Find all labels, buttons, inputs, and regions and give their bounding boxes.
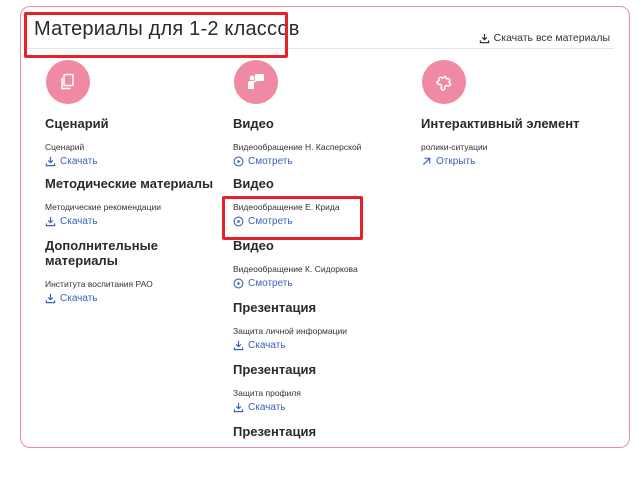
section-methodical: Методические материалы Методические реко…	[45, 176, 225, 238]
action-label: Смотреть	[248, 278, 293, 289]
action-label: Смотреть	[248, 216, 293, 227]
download-icon	[233, 402, 244, 413]
arrow-up-right-icon	[421, 156, 432, 167]
page-title: Материалы для 1-2 классов	[34, 18, 300, 40]
item-name: Защита личной информации	[233, 326, 347, 336]
section-title: Дополнительные материалы	[45, 238, 158, 268]
item-name: ролики-ситуации	[421, 142, 488, 152]
download-icon	[45, 216, 56, 227]
download-link[interactable]: Скачать	[45, 293, 225, 304]
action-label: Скачать	[60, 216, 98, 227]
item-name: Методические рекомендации	[45, 202, 161, 212]
download-link[interactable]: Скачать	[233, 340, 413, 351]
section-title: Презентация	[233, 424, 317, 439]
item-name: Видеообращение Е. Крида	[233, 202, 340, 212]
card-header: Материалы для 1-2 классов Скачать все ма…	[28, 12, 614, 49]
action-label: Скачать	[60, 293, 98, 304]
section-video-2: Видео Видеообращение Е. Крида Смотреть	[233, 176, 413, 238]
section-title: Презентация	[233, 362, 317, 377]
item-name: Видеообращение К. Сидоркова	[233, 264, 358, 274]
section-title: Интерактивный элемент	[421, 116, 580, 131]
play-circle-icon	[233, 278, 244, 289]
item-name: Видеообращение Н. Касперской	[233, 142, 362, 152]
download-all-label: Скачать все материалы	[493, 32, 610, 44]
section-video-1: Видео Видеообращение Н. Касперской Смотр…	[233, 116, 413, 176]
item-name: Сценарий	[45, 142, 85, 152]
watch-link[interactable]: Смотреть	[233, 216, 413, 227]
column-interactive: Интерактивный элемент ролики-ситуации От…	[421, 60, 611, 176]
download-icon	[233, 340, 244, 351]
section-additional: Дополнительные материалы Института воспи…	[45, 238, 225, 304]
action-label: Открыть	[436, 156, 476, 167]
section-interactive: Интерактивный элемент ролики-ситуации От…	[421, 116, 611, 176]
play-circle-icon	[233, 216, 244, 227]
section-presentation-1: Презентация Защита личной информации Ска…	[233, 300, 413, 362]
section-title: Видео	[233, 238, 274, 253]
download-icon	[45, 156, 56, 167]
download-icon	[45, 293, 56, 304]
section-title: Презентация	[233, 300, 317, 315]
download-link[interactable]: Скачать	[45, 156, 225, 167]
section-video-3: Видео Видеообращение К. Сидоркова Смотре…	[233, 238, 413, 300]
section-title: Видео	[233, 116, 274, 131]
action-label: Скачать	[248, 402, 286, 413]
download-link[interactable]: Скачать	[233, 402, 413, 413]
download-all-button[interactable]: Скачать все материалы	[479, 32, 610, 44]
presenter-icon	[234, 60, 278, 104]
section-presentation-2: Презентация Защита профиля Скачать	[233, 362, 413, 424]
column-scenario: Сценарий Сценарий Скачать Методические м…	[45, 60, 225, 304]
watch-link[interactable]: Смотреть	[233, 156, 413, 167]
watch-link[interactable]: Смотреть	[233, 278, 413, 289]
action-label: Скачать	[248, 340, 286, 351]
document-copy-icon	[46, 60, 90, 104]
section-title: Методические материалы	[45, 176, 214, 191]
action-label: Смотреть	[248, 156, 293, 167]
download-link[interactable]: Скачать	[45, 216, 225, 227]
item-name: Института воспитания РАО	[45, 279, 153, 289]
column-video: Видео Видеообращение Н. Касперской Смотр…	[233, 60, 413, 486]
item-name: Защита профиля	[233, 388, 301, 398]
section-scenario: Сценарий Сценарий Скачать	[45, 116, 225, 176]
open-link[interactable]: Открыть	[421, 156, 611, 167]
puzzle-icon	[422, 60, 466, 104]
play-circle-icon	[233, 156, 244, 167]
section-title: Видео	[233, 176, 274, 191]
download-icon	[479, 33, 490, 44]
section-title: Сценарий	[45, 116, 109, 131]
section-presentation-3: Презентация	[233, 424, 413, 486]
action-label: Скачать	[60, 156, 98, 167]
